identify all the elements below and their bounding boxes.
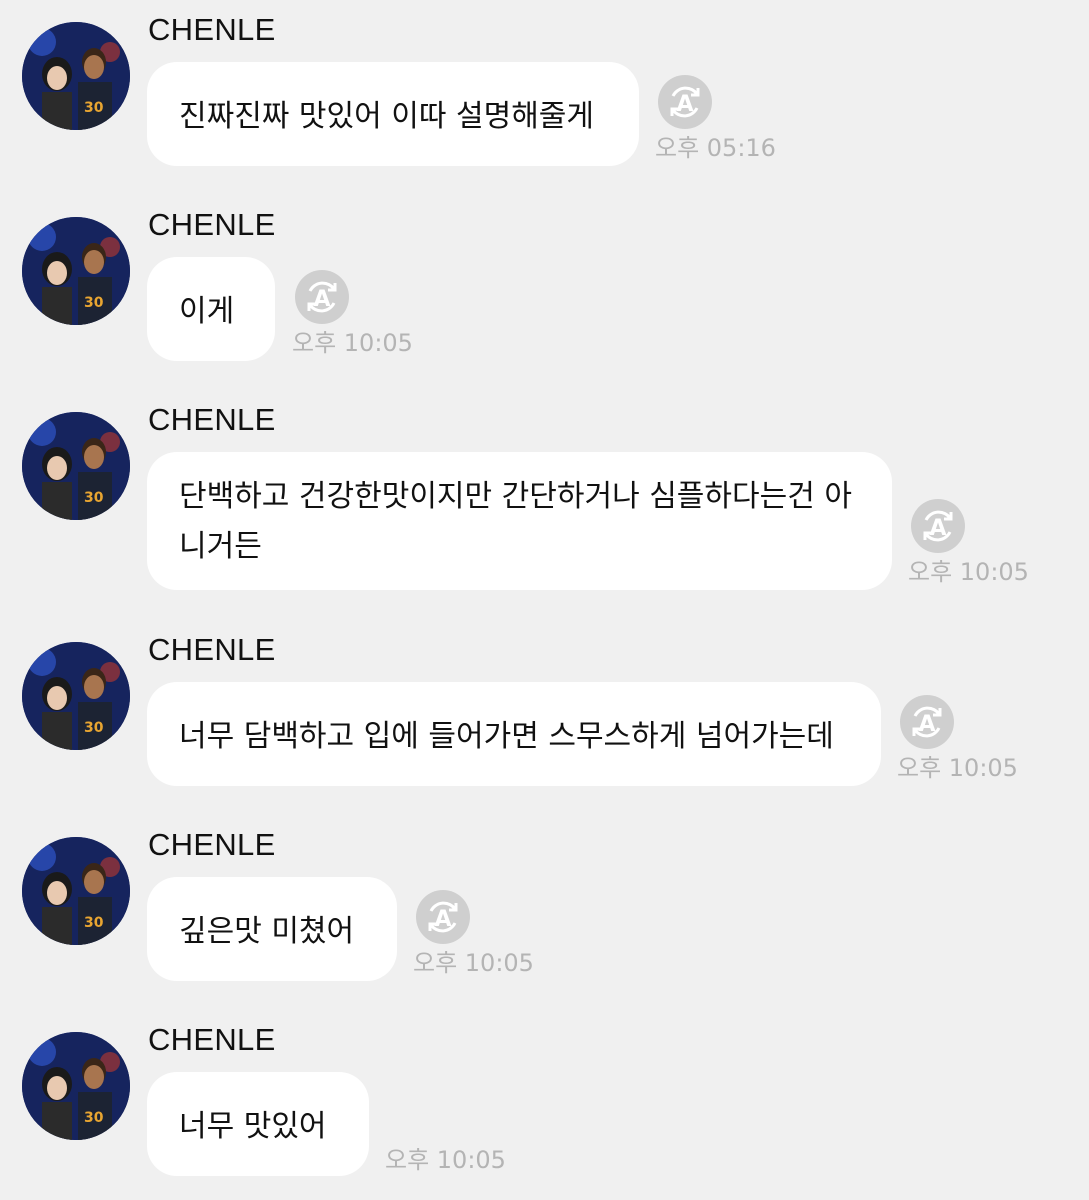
svg-text:30: 30: [84, 295, 104, 311]
timestamp: 오후 10:05: [897, 754, 1018, 782]
translate-a-icon[interactable]: A: [294, 269, 350, 325]
avatar[interactable]: 30: [22, 1032, 130, 1140]
message-row: 30 CHENLE 깊은맛 미쳤어 A 오후 10:05: [0, 815, 1089, 1005]
sender-name: CHENLE: [148, 207, 276, 242]
svg-text:30: 30: [84, 490, 104, 506]
translate-a-icon[interactable]: A: [910, 498, 966, 554]
timestamp: 오후 05:16: [655, 134, 776, 162]
translate-a-icon[interactable]: A: [415, 889, 471, 945]
message-row: 30 CHENLE 단백하고 건강한맛이지만 간단하거나 심플하다는건 아니거든…: [0, 390, 1089, 615]
translate-a-icon[interactable]: A: [657, 74, 713, 130]
svg-text:A: A: [313, 287, 330, 312]
sender-name: CHENLE: [148, 1022, 276, 1057]
message-bubble[interactable]: 깊은맛 미쳤어: [147, 877, 397, 981]
message-meta: A 오후 05:16: [655, 74, 795, 162]
message-row: 30 CHENLE 진짜진짜 맛있어 이따 설명해줄게 A 오후 05:16: [0, 0, 1089, 190]
svg-text:30: 30: [84, 720, 104, 736]
timestamp: 오후 10:05: [413, 949, 534, 977]
sender-name: CHENLE: [148, 827, 276, 862]
svg-text:30: 30: [84, 1110, 104, 1126]
avatar[interactable]: 30: [22, 217, 130, 325]
message-meta: A 오후 10:05: [897, 694, 1037, 782]
avatar-photo: 30: [22, 22, 130, 130]
avatar-photo: 30: [22, 837, 130, 945]
avatar[interactable]: 30: [22, 412, 130, 520]
svg-text:A: A: [929, 516, 946, 541]
avatar[interactable]: 30: [22, 642, 130, 750]
message-meta: A 오후 10:05: [413, 889, 553, 977]
translate-a-icon[interactable]: A: [899, 694, 955, 750]
message-bubble[interactable]: 단백하고 건강한맛이지만 간단하거나 심플하다는건 아니거든: [147, 452, 892, 590]
timestamp: 오후 10:05: [292, 329, 413, 357]
svg-text:30: 30: [84, 100, 104, 116]
svg-text:A: A: [434, 907, 451, 932]
svg-text:A: A: [676, 92, 693, 117]
avatar-photo: 30: [22, 1032, 130, 1140]
message-row: 30 CHENLE 너무 맛있어 오후 10:05: [0, 1010, 1089, 1200]
svg-text:30: 30: [84, 915, 104, 931]
avatar-photo: 30: [22, 642, 130, 750]
message-meta: 오후 10:05: [385, 1142, 525, 1174]
message-meta: A 오후 10:05: [908, 498, 1048, 586]
message-meta: A 오후 10:05: [292, 269, 432, 357]
avatar-photo: 30: [22, 217, 130, 325]
sender-name: CHENLE: [148, 402, 276, 437]
message-bubble[interactable]: 너무 맛있어: [147, 1072, 369, 1176]
avatar[interactable]: 30: [22, 837, 130, 945]
message-bubble[interactable]: 너무 담백하고 입에 들어가면 스무스하게 넘어가는데: [147, 682, 881, 786]
avatar-photo: 30: [22, 412, 130, 520]
message-bubble[interactable]: 진짜진짜 맛있어 이따 설명해줄게: [147, 62, 639, 166]
svg-text:A: A: [918, 712, 935, 737]
message-row: 30 CHENLE 이게 A 오후 10:05: [0, 195, 1089, 385]
avatar[interactable]: 30: [22, 22, 130, 130]
chat-thread: 30 CHENLE 진짜진짜 맛있어 이따 설명해줄게 A 오후 05:16 3…: [0, 0, 1089, 1200]
sender-name: CHENLE: [148, 12, 276, 47]
message-row: 30 CHENLE 너무 담백하고 입에 들어가면 스무스하게 넘어가는데 A …: [0, 620, 1089, 810]
message-bubble[interactable]: 이게: [147, 257, 275, 361]
sender-name: CHENLE: [148, 632, 276, 667]
timestamp: 오후 10:05: [385, 1146, 506, 1174]
timestamp: 오후 10:05: [908, 558, 1029, 586]
